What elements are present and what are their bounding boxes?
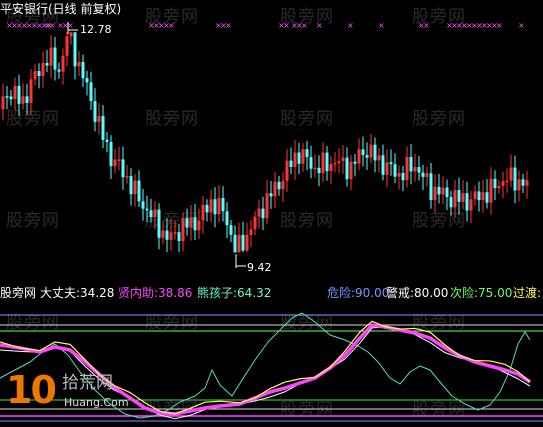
chart-window: 股旁网 股旁网 股旁网 股旁网 股旁网 股旁网 股旁网 股旁网 股旁网 股旁网 … xyxy=(0,0,543,427)
level-danger: 危险:90.00 xyxy=(327,286,390,300)
chart-title: 平安银行(日线 前复权) xyxy=(0,2,122,16)
indicator-item-xionghaizi: 熊孩子:64.32 xyxy=(197,286,272,300)
level-secondary-risk: 次险:75.00 xyxy=(450,286,513,300)
low-price-label: 9.42 xyxy=(247,261,272,274)
logo-text: 拾荒网 xyxy=(62,373,113,393)
indicator-item-dazhangfu: 大丈夫:34.28 xyxy=(40,286,115,300)
logo-url: Huang.Com xyxy=(64,396,129,409)
level-warning: 警戒:80.00 xyxy=(386,286,449,300)
high-price-label: 12.78 xyxy=(80,23,112,36)
indicator-item-xianneizhu: 贤内助:38.86 xyxy=(118,286,193,300)
logo-number: 10 xyxy=(6,368,57,412)
level-transition: 过渡: xyxy=(513,286,542,300)
indicator-name: 股旁网 xyxy=(0,286,37,300)
indicator-chart[interactable] xyxy=(0,0,543,427)
